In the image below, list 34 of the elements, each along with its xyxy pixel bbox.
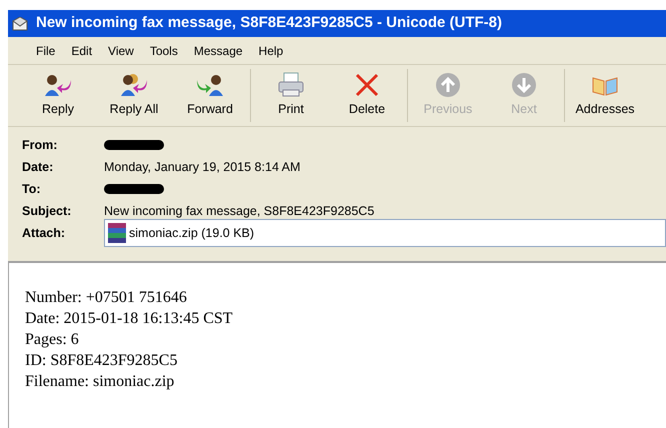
header-label: Subject: [22,202,72,220]
header-value: Monday, January 19, 2015 8:14 AM [104,158,300,176]
toolbar-button[interactable]: Reply [20,65,96,126]
header-label: Attach: [22,224,66,242]
body-line: ID: S8F8E423F9285C5 [25,351,178,371]
header-label: From: [22,136,58,154]
x-icon [354,72,380,98]
toolbar-button[interactable]: Forward [172,65,248,126]
menu-item[interactable]: File [30,42,62,60]
people-arrow-icon [119,72,149,98]
attachment-field[interactable]: simoniac.zip (19.0 KB) [104,219,666,247]
toolbar-button[interactable]: Print [253,65,329,126]
toolbar-button[interactable]: Addresses [567,65,643,126]
header-label: To: [22,180,42,198]
toolbar-button[interactable]: Delete [329,65,405,126]
printer-icon [276,72,306,98]
body-line: Filename: simoniac.zip [25,372,176,392]
header-label: Date: [22,158,54,176]
header-value: New incoming fax message, S8F8E423F9285C5 [104,202,374,220]
envelope-icon [12,16,28,30]
menu-item[interactable]: View [102,42,140,60]
people-arrow-icon [43,72,73,98]
window-title: New incoming fax message, S8F8E423F9285C5 - Unicode (UTF-8) [36,13,502,34]
menu-item[interactable]: Edit [65,42,98,60]
body-line: Date: 2015-01-18 16:13:45 CST [25,309,234,329]
menu-item[interactable]: Help [252,42,290,60]
menu-item[interactable]: Message [188,42,249,60]
menu-item[interactable]: Tools [144,42,184,60]
body-line: Number: +07501 751646 [25,288,188,308]
archive-icon [107,222,127,244]
person-arrow-icon [195,72,225,98]
toolbar-button[interactable]: Reply All [96,65,172,126]
attachment-name: simoniac.zip (19.0 KB) [129,224,254,242]
body-line: Pages: 6 [25,330,80,350]
